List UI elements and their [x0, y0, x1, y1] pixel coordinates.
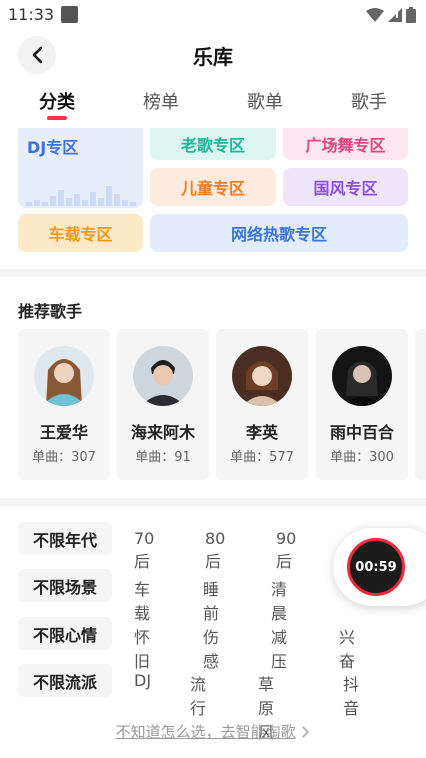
- singer-card[interactable]: 李英 单曲：577: [216, 329, 308, 480]
- category-square-dance[interactable]: 广场舞专区: [283, 128, 408, 160]
- filter-option[interactable]: 兴奋: [339, 624, 355, 672]
- filter-option[interactable]: DJ: [134, 671, 151, 690]
- category-car[interactable]: 车载专区: [18, 214, 143, 252]
- singer-card[interactable]: 王爱华 单曲：307: [18, 329, 110, 480]
- singer-name: 雨中百合: [329, 423, 394, 442]
- player-time: 00:59: [355, 559, 397, 575]
- filter-option[interactable]: 流行: [190, 671, 206, 719]
- tab-playlists[interactable]: 歌单: [225, 88, 305, 114]
- category-dj[interactable]: DJ专区: [18, 128, 143, 208]
- avatar: [232, 346, 292, 406]
- avatar: [34, 346, 94, 406]
- tab-singers[interactable]: 歌手: [329, 88, 409, 114]
- category-dj-label: DJ专区: [27, 138, 79, 157]
- category-net-hits-label: 网络热歌专区: [230, 225, 327, 244]
- singer-name: 王爱华: [39, 423, 88, 442]
- filter-option[interactable]: 车载: [134, 576, 150, 624]
- filter-mood-all[interactable]: 不限心情: [18, 617, 112, 650]
- singer-track-count: 单曲：307: [32, 450, 96, 465]
- category-guofeng-label: 国风专区: [313, 179, 378, 198]
- page-title: 乐库: [193, 45, 233, 69]
- signal-icon: [388, 8, 402, 22]
- tab-category[interactable]: 分类: [17, 88, 97, 114]
- status-icons: [366, 7, 416, 23]
- battery-icon: [406, 7, 416, 23]
- singer-card-partial[interactable]: [415, 329, 426, 480]
- chevron-right-icon: [302, 726, 310, 738]
- smart-pick-label: 不知道怎么选，去智能淘歌: [115, 723, 296, 741]
- tab-charts[interactable]: 榜单: [121, 88, 201, 114]
- filter-option[interactable]: 抖音: [343, 671, 359, 719]
- smart-pick-link[interactable]: 不知道怎么选，去智能淘歌: [0, 721, 426, 742]
- category-old-songs[interactable]: 老歌专区: [150, 128, 276, 160]
- singer-card[interactable]: 雨中百合 单曲：300: [316, 329, 408, 480]
- recommended-singers-title: 推荐歌手: [18, 302, 83, 321]
- section-divider: [0, 269, 426, 277]
- category-old-songs-label: 老歌专区: [180, 136, 245, 155]
- singer-track-count: 单曲：577: [230, 450, 294, 465]
- singer-track-count: 单曲：91: [135, 450, 191, 465]
- filter-option[interactable]: 伤感: [203, 624, 219, 672]
- singer-card[interactable]: 海来阿木 单曲：91: [117, 329, 209, 480]
- filter-option[interactable]: 70后: [134, 529, 154, 572]
- filter-scene-all[interactable]: 不限场景: [18, 569, 112, 602]
- filter-option[interactable]: 睡前: [203, 576, 219, 624]
- filter-era-all[interactable]: 不限年代: [18, 522, 112, 555]
- filter-option[interactable]: 怀旧: [134, 624, 150, 672]
- singer-name: 李英: [245, 423, 278, 442]
- equalizer-icon: [26, 186, 136, 206]
- category-net-hits[interactable]: 网络热歌专区: [150, 214, 408, 252]
- avatar: [133, 346, 193, 406]
- singer-name: 海来阿木: [130, 423, 195, 442]
- filter-genre-all[interactable]: 不限流派: [18, 664, 112, 697]
- player-disc[interactable]: 00:59: [347, 538, 405, 596]
- category-square-dance-label: 广场舞专区: [305, 136, 386, 155]
- category-kids-label: 儿童专区: [180, 179, 245, 198]
- status-time: 11:33: [8, 5, 55, 24]
- wifi-icon: [366, 8, 384, 22]
- filter-option[interactable]: 清晨: [271, 576, 287, 624]
- avatar: [332, 346, 392, 406]
- category-car-label: 车载专区: [48, 225, 113, 244]
- filter-option[interactable]: 90后: [276, 529, 296, 572]
- filter-option[interactable]: 减压: [271, 624, 287, 672]
- status-bar: 11:33: [0, 0, 426, 30]
- section-divider: [0, 498, 426, 506]
- notification-icon: [61, 6, 78, 23]
- singer-track-count: 单曲：300: [330, 450, 394, 465]
- tab-indicator: [47, 116, 67, 120]
- filter-option[interactable]: 80后: [205, 529, 225, 572]
- category-guofeng[interactable]: 国风专区: [283, 168, 408, 206]
- category-kids[interactable]: 儿童专区: [150, 168, 276, 206]
- floating-player[interactable]: 00:59: [333, 528, 426, 606]
